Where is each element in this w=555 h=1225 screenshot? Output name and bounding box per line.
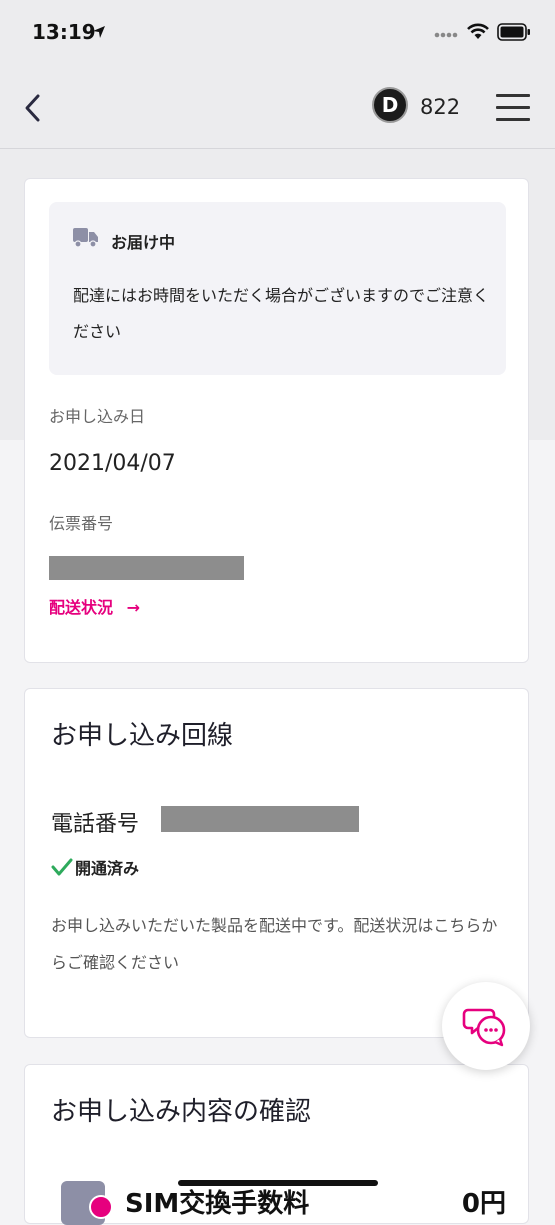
check-icon [51,858,73,876]
sim-badge-icon [89,1195,113,1219]
battery-icon [497,23,530,41]
notice-title: お届け中 [111,233,176,252]
activated-status: 開通済み [75,859,140,878]
confirm-card-title: お申し込み内容の確認 [51,1097,312,1127]
status-bar: 13:19 [0,0,555,66]
delivery-notice: お届け中 配達にはお時間をいただく場合がございますのでご注意ください [49,202,506,375]
apply-date: 2021/04/07 [49,451,176,476]
line-card-title: お申し込み回線 [51,721,234,751]
menu-bar [496,106,530,109]
confirm-card: お申し込み内容の確認 SIM交換手数料 0円 [24,1064,529,1225]
arrow-right-icon: → [126,598,140,617]
back-button[interactable] [18,90,48,126]
truck-icon [73,228,98,248]
status-time: 13:19 [32,20,96,44]
delivery-status-link[interactable]: 配送状況 → [49,594,140,618]
location-arrow-icon [93,26,105,38]
apply-date-label: お申し込み日 [49,407,146,426]
home-indicator [178,1180,378,1186]
menu-button[interactable] [496,92,532,122]
line-card: お申し込み回線 電話番号 開通済み お申し込みいただいた製品を配送中です。配送状… [24,688,529,1038]
notice-body: 配達にはお時間をいただく場合がございますのでご注意ください [73,286,490,341]
delivery-card: お届け中 配達にはお時間をいただく場合がございますのでご注意ください お申し込み… [24,178,529,663]
delivery-note: お申し込みいただいた製品を配送中です。配送状況はこちらからご確認ください [51,916,498,972]
menu-bar [496,118,530,121]
slip-number-redacted [49,556,244,580]
sim-fee-price: 0円 [461,1189,506,1219]
navigation-bar: D 822 [0,66,555,149]
points-value: 822 [420,95,461,119]
points-badge: D [372,87,408,123]
sim-fee-label: SIM交換手数料 [125,1189,310,1219]
phone-number-redacted [161,806,359,832]
chat-bubbles-icon [462,1008,506,1047]
delivery-status-link-label: 配送状況 [49,598,114,617]
signal-icon [434,32,458,38]
wifi-icon [467,23,489,39]
slip-number-label: 伝票番号 [49,514,114,533]
chat-button[interactable] [442,982,530,1070]
menu-bar [496,94,530,97]
phone-number-label: 電話番号 [51,812,140,837]
